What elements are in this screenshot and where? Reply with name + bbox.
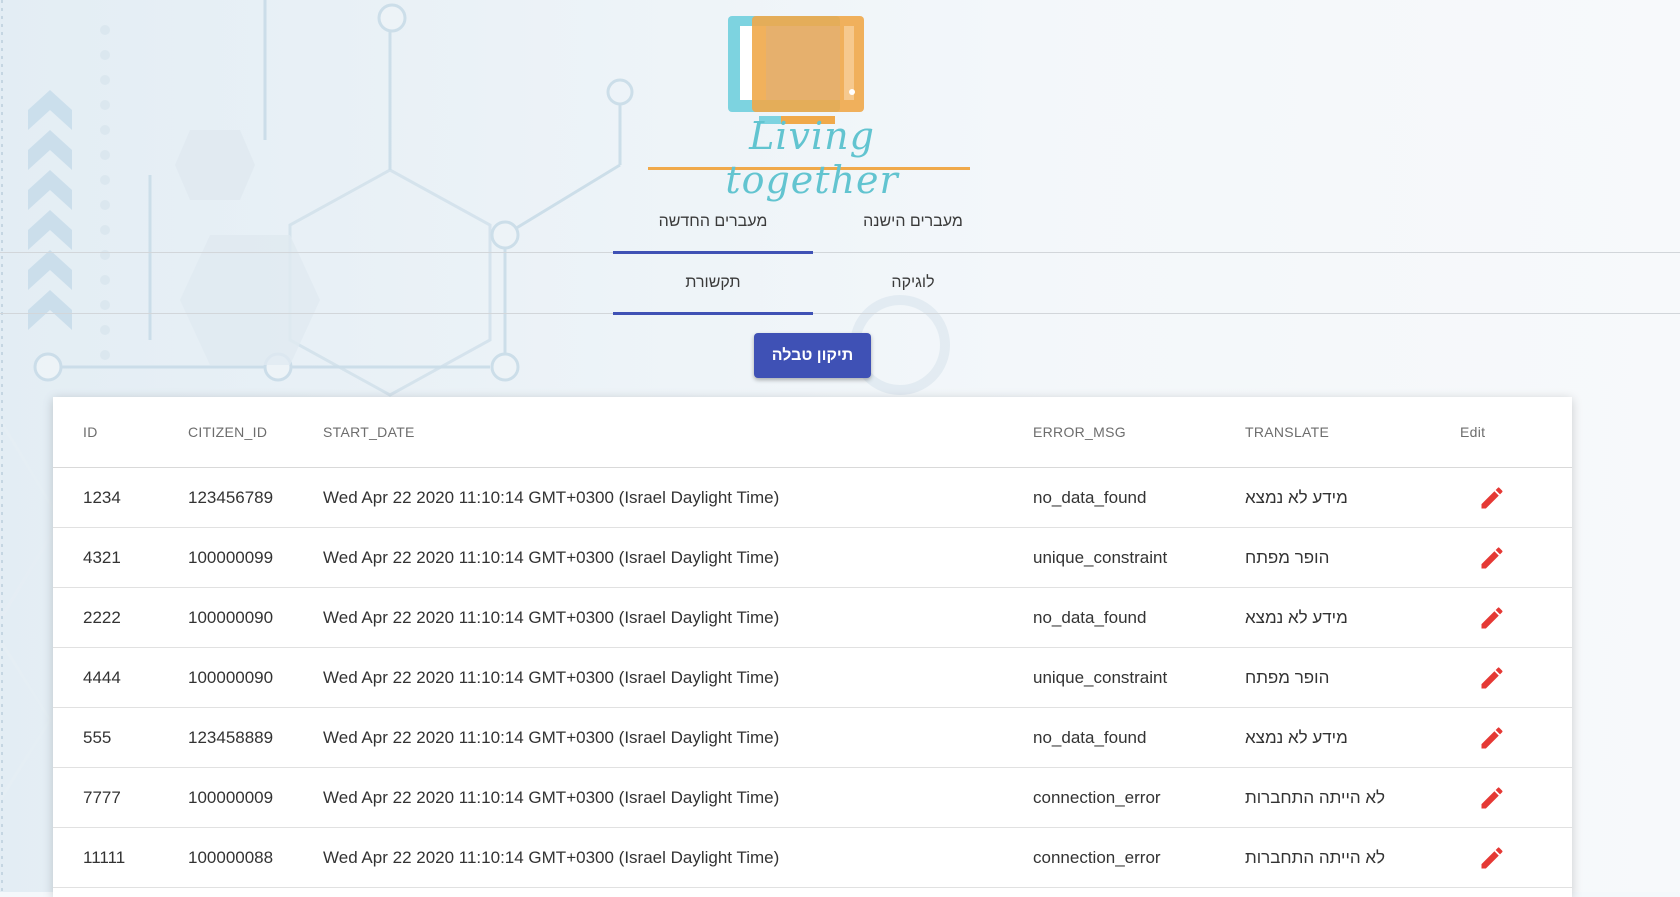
cell-id: 555 [53,707,188,768]
cell-edit [1460,707,1572,768]
cell-citizen-id: 123456789 [188,467,323,528]
table-row: 7777 100000009 Wed Apr 22 2020 11:10:14 … [53,767,1572,828]
cell-start-date: Wed Apr 22 2020 11:10:14 GMT+0300 (Israe… [323,467,1033,528]
cell-translate: הופר מפתח [1245,527,1460,588]
cell-translate: הופר מפתח [1245,647,1460,708]
table-row: 4321 100000099 Wed Apr 22 2020 11:10:14 … [53,527,1572,588]
cell-id: 11111 [53,827,188,888]
table-row: 555 123458889 Wed Apr 22 2020 11:10:14 G… [53,707,1572,768]
cell-id: 4321 [53,527,188,588]
table-header-row: ID CITIZEN_ID START_DATE ERROR_MSG TRANS… [53,397,1572,468]
cell-edit [1460,587,1572,648]
header-translate[interactable]: TRANSLATE [1245,397,1460,468]
tabs-row-primary: מעברים החדשה מעברים הישנה [0,192,1680,254]
translate-text: לא הייתה התחברות [1245,847,1386,867]
cell-citizen-id: 123458889 [188,707,323,768]
cell-id: 2222 [53,587,188,648]
tab-new-transfers[interactable]: מעברים החדשה [613,192,813,254]
cell-edit [1460,467,1572,528]
translate-text: הופר מפתח [1245,547,1330,567]
cell-start-date: Wed Apr 22 2020 11:10:14 GMT+0300 (Israe… [323,707,1033,768]
cell-error-msg: no_data_found [1033,707,1245,768]
header-edit: Edit [1460,397,1572,468]
cell-edit [1460,647,1572,708]
tab-communication[interactable]: תקשורת [613,253,813,315]
cell-start-date: Wed Apr 22 2020 11:10:14 GMT+0300 (Israe… [323,587,1033,648]
cell-id: 7777 [53,767,188,828]
cell-start-date: Wed Apr 22 2020 11:10:14 GMT+0300 (Israe… [323,647,1033,708]
cell-citizen-id: 100000088 [188,827,323,888]
cell-error-msg: unique_constraint [1033,527,1245,588]
cell-error-msg: no_data_found [1033,587,1245,648]
translate-text: מידע לא נמצא [1245,607,1348,627]
cell-edit [1460,827,1572,888]
pencil-icon[interactable] [1478,784,1506,812]
pencil-icon[interactable] [1478,844,1506,872]
cell-edit [1460,527,1572,588]
pencil-icon[interactable] [1478,604,1506,632]
cell-id: 4444 [53,647,188,708]
translate-text: מידע לא נמצא [1245,487,1348,507]
cell-error-msg: connection_error [1033,827,1245,888]
cell-translate: מידע לא נמצא [1245,707,1460,768]
translate-text: מידע לא נמצא [1245,727,1348,747]
cell-citizen-id: 100000090 [188,647,323,708]
errors-table-card: ID CITIZEN_ID START_DATE ERROR_MSG TRANS… [53,397,1572,897]
cell-start-date: Wed Apr 22 2020 11:10:14 GMT+0300 (Israe… [323,767,1033,828]
tabs-row-secondary: תקשורת לוגיקה [0,253,1680,315]
cell-edit [1460,767,1572,828]
fix-table-button[interactable]: תיקון טבלה [754,333,871,378]
cell-translate: לא הייתה התחברות [1245,767,1460,828]
header-start-date[interactable]: START_DATE [323,397,1033,468]
tab-old-transfers[interactable]: מעברים הישנה [813,192,1013,252]
cell-error-msg: no_data_found [1033,467,1245,528]
table-row: 1234 123456789 Wed Apr 22 2020 11:10:14 … [53,467,1572,528]
cell-citizen-id: 100000090 [188,587,323,648]
errors-table: ID CITIZEN_ID START_DATE ERROR_MSG TRANS… [53,397,1572,888]
cell-translate: מידע לא נמצא [1245,587,1460,648]
tab-logic[interactable]: לוגיקה [813,253,1013,313]
cell-citizen-id: 100000009 [188,767,323,828]
pencil-icon[interactable] [1478,544,1506,572]
cell-start-date: Wed Apr 22 2020 11:10:14 GMT+0300 (Israe… [323,827,1033,888]
cell-translate: לא הייתה התחברות [1245,827,1460,888]
header-citizen-id[interactable]: CITIZEN_ID [188,397,323,468]
cell-citizen-id: 100000099 [188,527,323,588]
cell-id: 1234 [53,467,188,528]
table-row: 11111 100000088 Wed Apr 22 2020 11:10:14… [53,827,1572,888]
cell-translate: מידע לא נמצא [1245,467,1460,528]
cell-error-msg: unique_constraint [1033,647,1245,708]
cell-error-msg: connection_error [1033,767,1245,828]
cell-start-date: Wed Apr 22 2020 11:10:14 GMT+0300 (Israe… [323,527,1033,588]
table-row: 4444 100000090 Wed Apr 22 2020 11:10:14 … [53,647,1572,708]
pencil-icon[interactable] [1478,484,1506,512]
translate-text: לא הייתה התחברות [1245,787,1386,807]
pencil-icon[interactable] [1478,664,1506,692]
translate-text: הופר מפתח [1245,667,1330,687]
pencil-icon[interactable] [1478,724,1506,752]
table-row: 2222 100000090 Wed Apr 22 2020 11:10:14 … [53,587,1572,648]
header-error-msg[interactable]: ERROR_MSG [1033,397,1245,468]
header-id[interactable]: ID [53,397,188,468]
logo-text: Living together [725,114,899,202]
